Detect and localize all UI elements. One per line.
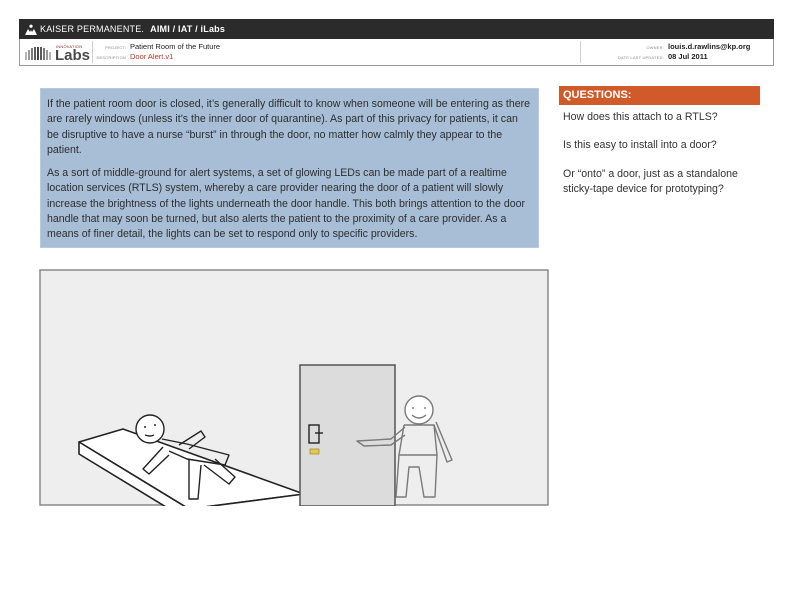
led-light-strip [309,448,320,455]
concept-sketch [39,269,549,506]
project-name: Patient Room of the Future [130,42,221,51]
last-updated-date: 08 Jul 2011 [668,52,708,61]
question-item: Or “onto” a door, just as a standalone s… [563,168,738,195]
description-label: DESCRIPTION [96,55,126,60]
concept-description: If the patient room door is closed, it’s… [40,88,539,248]
questions-heading: QUESTIONS: [559,86,760,105]
door [299,364,396,506]
kaiser-logo-icon [25,24,37,35]
brand-bar: KAISER PERMANENTE. AIMI / IAT / iLabs [19,19,774,39]
labs-bars-icon [25,47,51,60]
document-header: INNOVATION Labs PROJECT: Patient Room of… [19,39,774,66]
owner-label: OWNER: [646,45,664,50]
innovation-labs-logo: INNOVATION Labs [22,41,93,63]
description-paragraph-1: If the patient room door is closed, it’s… [47,98,531,156]
header-divider [580,41,581,63]
labs-name: Labs [55,47,91,64]
document-title: Door Alert.v1 [130,52,174,61]
description-paragraph-2: As a sort of middle-ground for alert sys… [47,167,526,241]
updated-label: DATE LAST UPDATED: [617,55,664,60]
owner-email: louis.d.rawlins@kp.org [668,42,751,51]
brand-name: KAISER PERMANENTE. [40,24,145,34]
question-item: Is this easy to install into a door? [563,139,717,151]
org-path: AIMI / IAT / iLabs [150,24,226,34]
project-label: PROJECT: [105,45,126,50]
question-item: How does this attach to a RTLS? [563,111,718,123]
